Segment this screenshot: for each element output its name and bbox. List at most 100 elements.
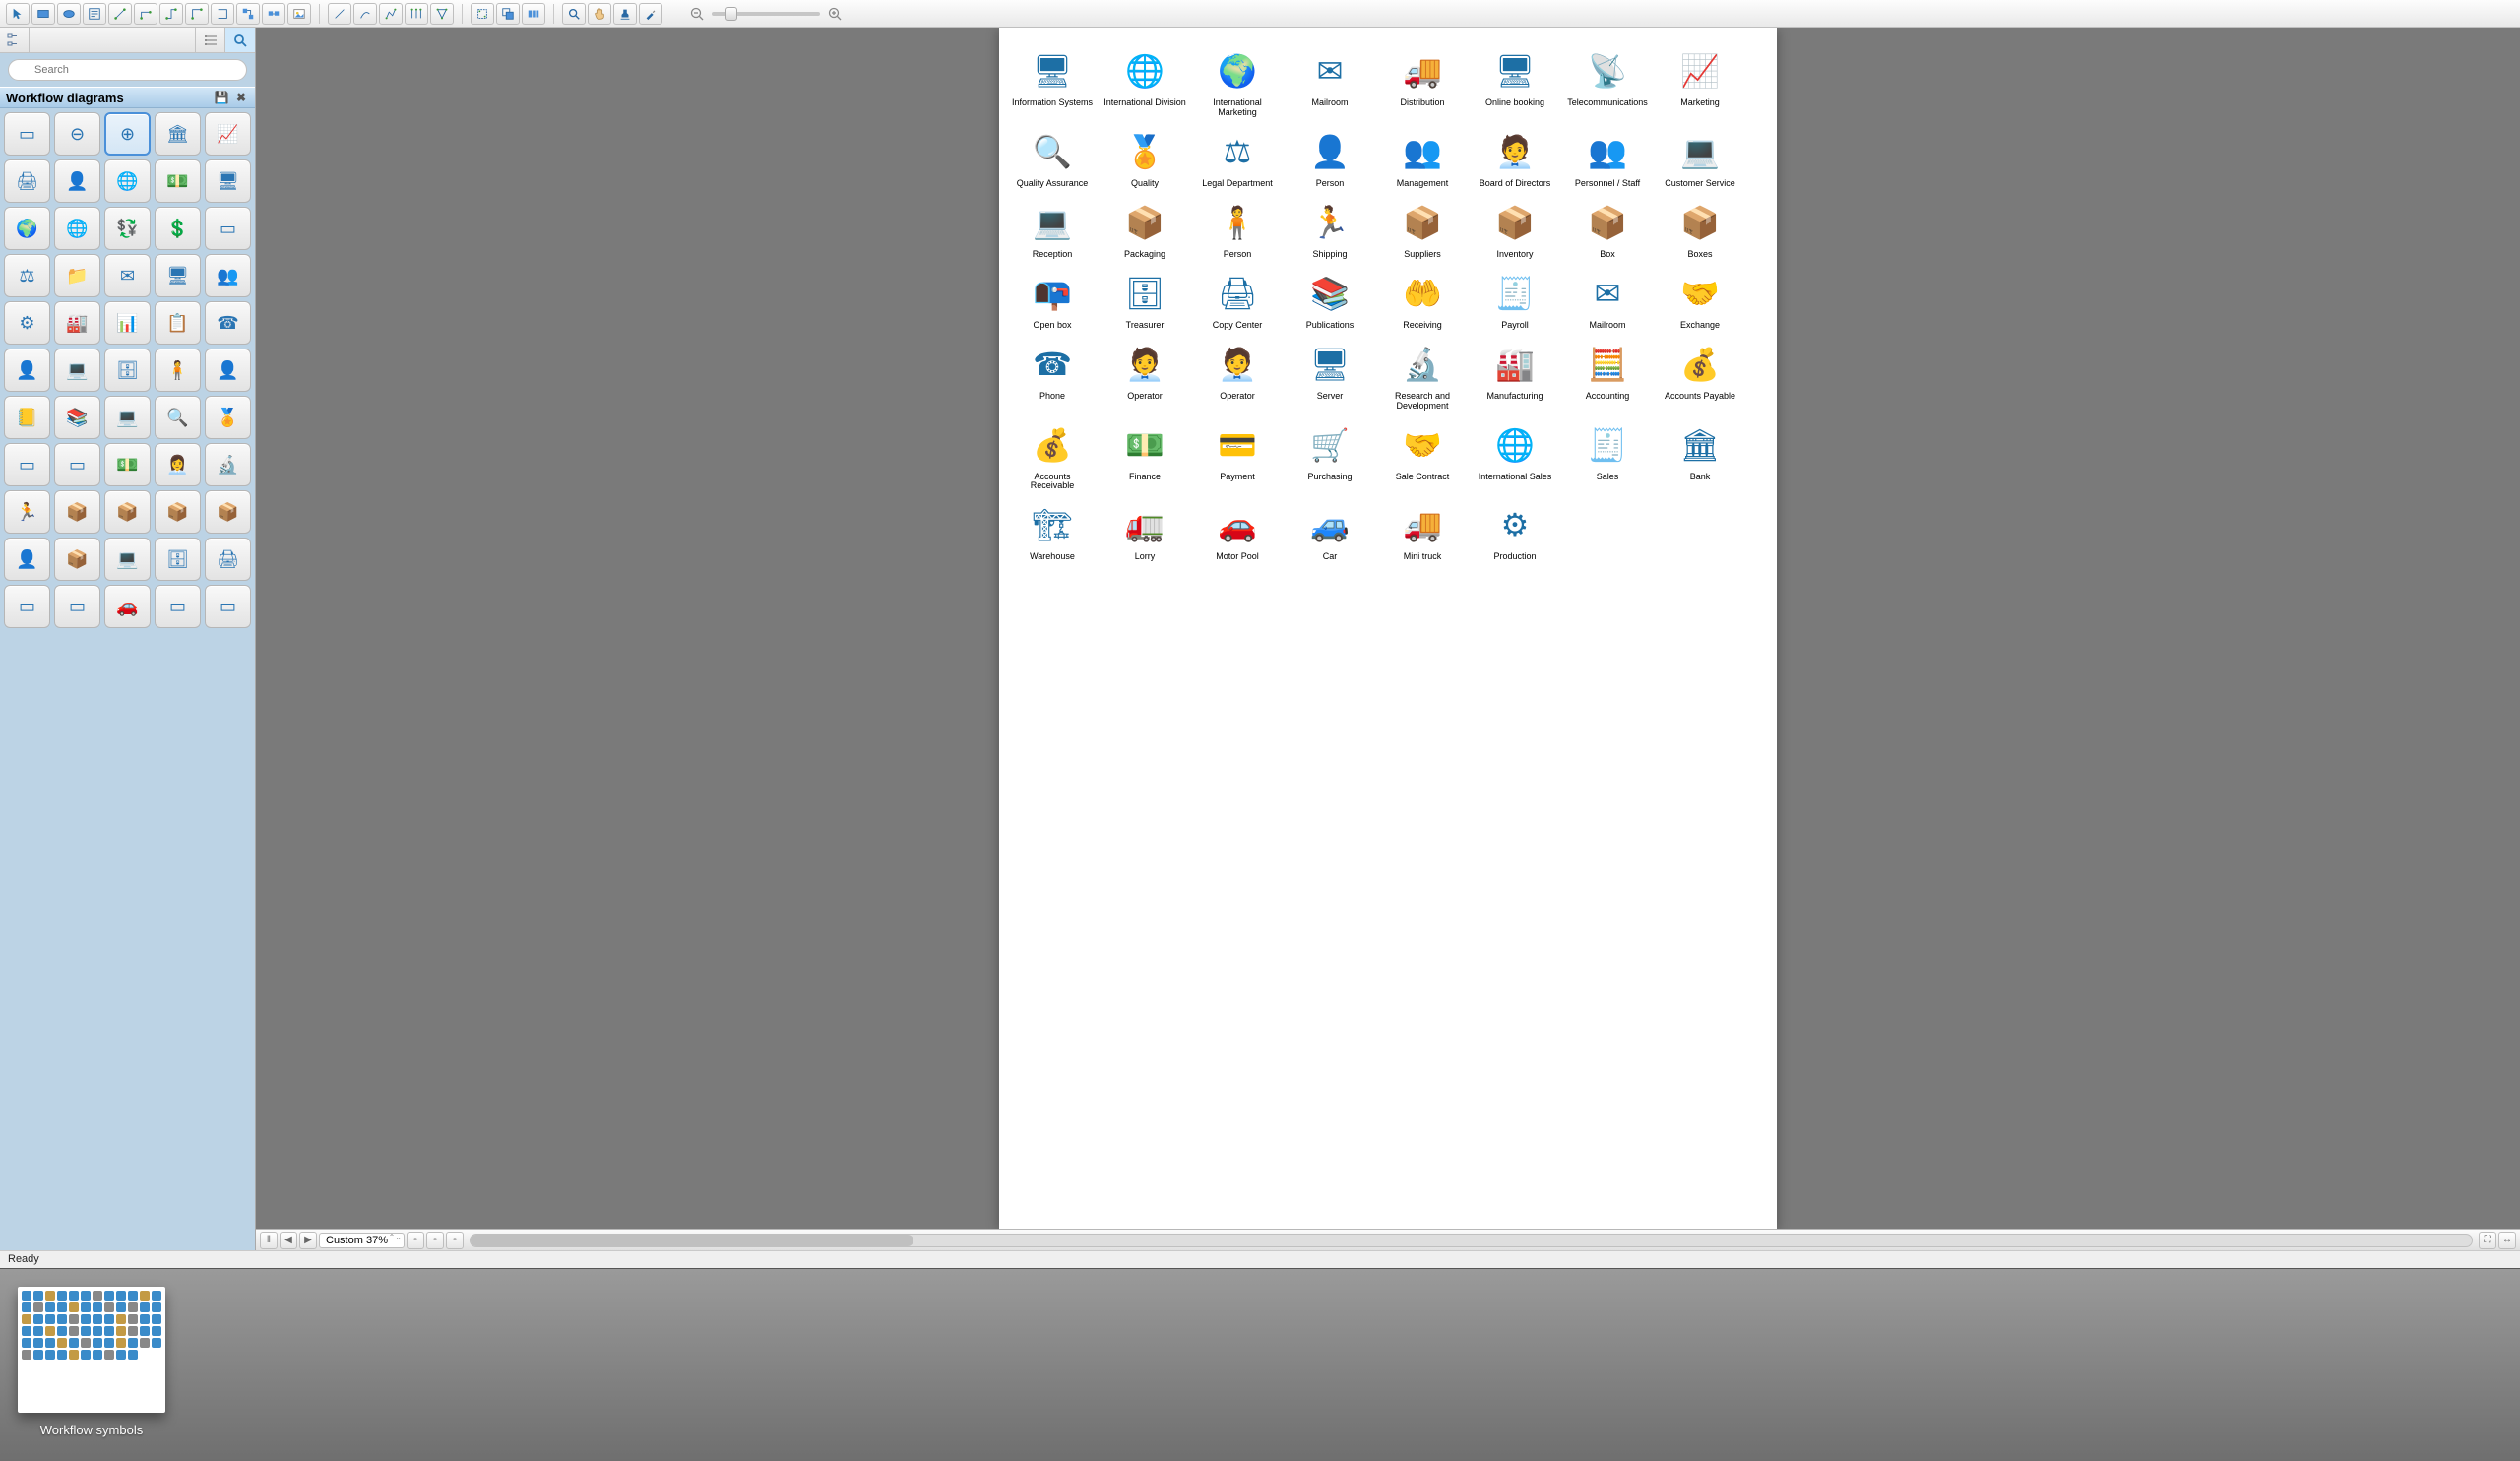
connector-5[interactable] [211,3,234,25]
palette-shape[interactable]: 🗄 [155,538,201,581]
canvas-shape[interactable]: ☎Phone [1011,339,1094,412]
palette-shape[interactable]: ▭ [54,585,100,628]
canvas-shape[interactable]: 💻Customer Service [1659,126,1741,189]
connector-4[interactable] [185,3,209,25]
canvas-shape[interactable]: ⚖Legal Department [1196,126,1279,189]
canvas-shape[interactable]: 🧍Person [1196,197,1279,260]
ellipse-tool[interactable] [57,3,81,25]
view-mode-2[interactable]: ▫ [426,1232,444,1249]
line-1[interactable] [328,3,351,25]
view-mode-1[interactable]: ▫ [407,1232,424,1249]
palette-shape[interactable]: ▭ [205,207,251,250]
canvas-shape[interactable]: 👤Person [1289,126,1371,189]
text-tool[interactable] [83,3,106,25]
canvas-shape[interactable]: 📦Packaging [1103,197,1186,260]
palette-shape[interactable]: 🖨 [4,159,50,203]
canvas-shape[interactable]: 📦Suppliers [1381,197,1464,260]
canvas-shape[interactable]: 🛒Purchasing [1289,419,1371,492]
palette-shape[interactable]: 💻 [104,538,151,581]
search-input[interactable] [8,59,247,81]
library-tree-toggle[interactable] [0,28,30,52]
canvas-shape[interactable]: 🖥Online booking [1474,45,1556,118]
palette-shape[interactable]: 📈 [205,112,251,156]
canvas-shape[interactable]: 🤝Exchange [1659,268,1741,331]
palette-shape[interactable]: 📦 [155,490,201,534]
canvas-shape[interactable]: 🧑‍💼Operator [1196,339,1279,412]
canvas-shape[interactable]: 🔍Quality Assurance [1011,126,1094,189]
line-2[interactable] [353,3,377,25]
palette-shape[interactable]: ⊖ [54,112,100,156]
palette-shape[interactable]: 🚗 [104,585,151,628]
canvas-shape[interactable]: 👥Management [1381,126,1464,189]
palette-shape[interactable]: 🌐 [104,159,151,203]
canvas-shape[interactable]: 📭Open box [1011,268,1094,331]
fit-width-button[interactable]: ↔ [2498,1232,2516,1249]
canvas-shape[interactable]: 🏗Warehouse [1011,499,1094,562]
palette-shape[interactable]: 📁 [54,254,100,297]
library-header[interactable]: Workflow diagrams 💾 ✖ [0,87,255,108]
canvas-shape[interactable]: 🚙Car [1289,499,1371,562]
palette-shape[interactable]: 🖨 [205,538,251,581]
canvas-shape[interactable]: 💻Reception [1011,197,1094,260]
palette-shape[interactable]: 📒 [4,396,50,439]
canvas-shape[interactable]: 🏅Quality [1103,126,1186,189]
panel-collapse-button[interactable]: ‖ [260,1232,278,1249]
canvas-shape[interactable]: 🖨Copy Center [1196,268,1279,331]
arrange-1[interactable] [471,3,494,25]
library-save-icon[interactable]: 💾 [214,90,229,105]
arrange-2[interactable] [496,3,520,25]
palette-shape[interactable]: 💱 [104,207,151,250]
canvas-shape[interactable]: 🌐International Sales [1474,419,1556,492]
canvas-shape[interactable]: 🚗Motor Pool [1196,499,1279,562]
zoom-out-icon[interactable] [688,5,706,23]
palette-shape[interactable]: ▭ [155,585,201,628]
library-close-icon[interactable]: ✖ [233,90,249,105]
canvas-shape[interactable]: 🔬Research and Development [1381,339,1464,412]
palette-shape[interactable]: 🖥 [155,254,201,297]
canvas-shape[interactable]: 🤲Receiving [1381,268,1464,331]
line-3[interactable] [379,3,403,25]
palette-shape[interactable]: 🏛 [155,112,201,156]
connector-7[interactable] [262,3,285,25]
eyedropper-tool[interactable] [639,3,662,25]
canvas-shape[interactable]: ✉Mailroom [1289,45,1371,118]
stamp-tool[interactable] [613,3,637,25]
canvas-shape[interactable]: 🖥Server [1289,339,1371,412]
canvas-shape[interactable]: 💳Payment [1196,419,1279,492]
canvas-shape[interactable]: 🌐International Division [1103,45,1186,118]
zoom-dropdown[interactable]: Custom 37% [319,1233,405,1248]
canvas-shape[interactable]: 🧑‍💼Board of Directors [1474,126,1556,189]
canvas-shape[interactable]: 🗄Treasurer [1103,268,1186,331]
canvas-shape[interactable]: 🚚Mini truck [1381,499,1464,562]
arrange-3[interactable] [522,3,545,25]
palette-shape[interactable]: 📦 [54,490,100,534]
palette-shape[interactable]: 🌍 [4,207,50,250]
library-list-toggle[interactable] [196,28,225,52]
palette-shape[interactable]: 💻 [104,396,151,439]
palette-shape[interactable]: 👤 [54,159,100,203]
canvas-shape[interactable]: 💵Finance [1103,419,1186,492]
palette-shape[interactable]: 👤 [205,349,251,392]
canvas-scroll[interactable]: 🖥Information Systems🌐International Divis… [256,28,2520,1229]
canvas-shape[interactable]: 🚛Lorry [1103,499,1186,562]
palette-shape[interactable]: 📚 [54,396,100,439]
horizontal-scrollbar[interactable] [470,1234,2473,1247]
palette-shape[interactable]: 👤 [4,349,50,392]
connector-6[interactable] [236,3,260,25]
palette-shape[interactable]: 👥 [205,254,251,297]
line-4[interactable] [405,3,428,25]
insert-image-tool[interactable] [287,3,311,25]
fit-page-button[interactable]: ⛶ [2479,1232,2496,1249]
palette-shape[interactable]: 🏭 [54,301,100,345]
canvas-shape[interactable]: 🤝Sale Contract [1381,419,1464,492]
palette-shape[interactable]: 🌐 [54,207,100,250]
palette-shape[interactable]: 🔍 [155,396,201,439]
zoom-in-icon[interactable] [826,5,844,23]
palette-shape[interactable]: 🗄 [104,349,151,392]
palette-shape[interactable]: 📦 [205,490,251,534]
canvas-shape[interactable]: 🏭Manufacturing [1474,339,1556,412]
canvas-shape[interactable]: 📡Telecommunications [1566,45,1649,118]
line-5[interactable] [430,3,454,25]
connector-3[interactable] [159,3,183,25]
connector-1[interactable] [108,3,132,25]
